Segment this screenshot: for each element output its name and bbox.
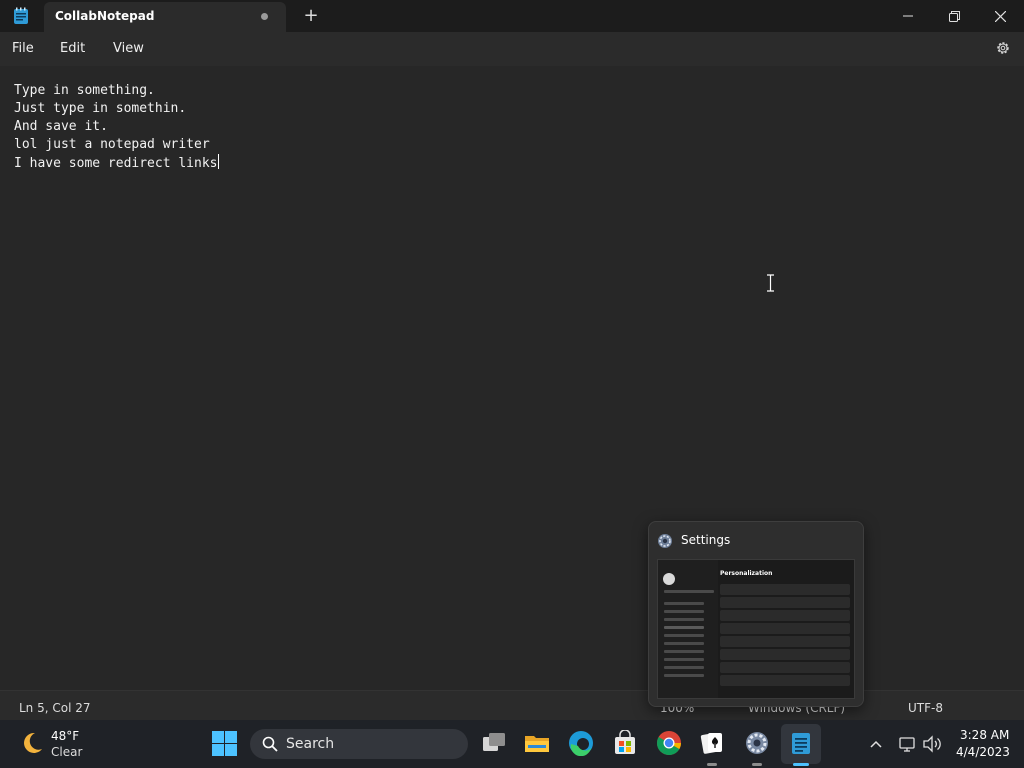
menu-bar: File Edit View	[0, 32, 1024, 66]
status-bar: Ln 5, Col 27 100% Windows (CRLF) UTF-8	[0, 690, 1024, 720]
thumbnail-row	[720, 662, 850, 673]
tab-title: CollabNotepad	[55, 9, 155, 23]
thumbnail-sidebar-line	[664, 642, 704, 645]
settings-thumbnail: Personalization	[657, 559, 855, 699]
editor-line-active: I have some redirect links	[14, 154, 219, 173]
editor-line: Just type in somethin.	[14, 101, 187, 116]
edge-browser-icon[interactable]	[568, 730, 594, 756]
chrome-browser-icon[interactable]	[656, 730, 682, 756]
solitaire-icon[interactable]	[699, 730, 725, 756]
thumbnail-sidebar-line	[664, 658, 704, 661]
settings-gear-icon	[658, 534, 672, 548]
menu-view[interactable]: View	[113, 41, 144, 56]
windows-start-icon[interactable]	[212, 731, 237, 756]
network-icon[interactable]	[898, 734, 918, 754]
chevron-up-icon[interactable]	[866, 734, 886, 754]
thumbnail-row	[720, 610, 850, 621]
restore-icon	[948, 10, 960, 22]
close-button[interactable]	[977, 0, 1023, 32]
notepad-taskbar-icon[interactable]	[788, 730, 814, 756]
thumbnail-sidebar-line	[664, 610, 704, 613]
moon-icon	[24, 732, 42, 753]
taskbar-search[interactable]: Search	[250, 729, 468, 759]
thumbnail-sidebar-line	[664, 650, 704, 653]
settings-app-icon[interactable]	[744, 730, 770, 756]
new-tab-button[interactable]: +	[300, 4, 322, 28]
thumbnail-sidebar	[658, 560, 718, 698]
thumbnail-sidebar-line	[664, 602, 704, 605]
notepad-app-icon	[14, 7, 28, 24]
thumbnail-sidebar-line	[664, 674, 704, 677]
search-label: Search	[286, 736, 335, 752]
minimize-icon	[903, 15, 913, 17]
menu-file[interactable]: File	[12, 41, 34, 56]
running-indicator	[752, 763, 762, 766]
editor-line: Type in something.	[14, 83, 155, 98]
close-icon	[994, 10, 1006, 22]
tab-collabnotepad[interactable]: CollabNotepad	[44, 2, 286, 32]
active-indicator	[793, 763, 809, 766]
editor-content[interactable]: Type in something. Just type in somethin.…	[14, 82, 219, 173]
editor-line: I have some redirect links	[14, 156, 218, 171]
encoding: UTF-8	[908, 701, 943, 715]
thumbnail-search	[664, 590, 714, 593]
restore-button[interactable]	[931, 0, 977, 32]
text-caret	[217, 154, 219, 169]
avatar	[663, 573, 675, 585]
clock-date: 4/4/2023	[956, 745, 1010, 759]
ibeam-cursor-icon	[767, 274, 774, 292]
title-bar: CollabNotepad +	[0, 0, 1024, 32]
weather-temperature: 48°F	[51, 729, 80, 743]
file-explorer-icon[interactable]	[524, 730, 550, 756]
menu-edit[interactable]: Edit	[60, 41, 85, 56]
editor-line: lol just a notepad writer	[14, 137, 210, 152]
cursor-position: Ln 5, Col 27	[19, 701, 91, 715]
thumbnail-sidebar-line	[664, 666, 704, 669]
thumbnail-row	[720, 584, 850, 595]
thumbnail-row	[720, 649, 850, 660]
volume-icon[interactable]	[922, 734, 942, 754]
thumbnail-row	[720, 597, 850, 608]
text-editor[interactable]: Type in something. Just type in somethin.…	[0, 66, 1024, 690]
weather-condition: Clear	[51, 745, 83, 759]
thumbnail-sidebar-line	[664, 626, 704, 629]
preview-title: Settings	[681, 533, 731, 547]
minimize-button[interactable]	[885, 0, 931, 32]
thumbnail-sidebar-line	[664, 618, 704, 621]
settings-window-preview[interactable]: Settings Personalization	[648, 521, 864, 707]
microsoft-store-icon[interactable]	[612, 730, 638, 756]
thumbnail-row	[720, 675, 850, 686]
task-view-icon[interactable]	[481, 730, 507, 756]
running-indicator	[707, 763, 717, 766]
unsaved-indicator-icon[interactable]	[261, 13, 268, 20]
thumbnail-sidebar-line	[664, 634, 704, 637]
thumbnail-row	[720, 623, 850, 634]
thumbnail-row	[720, 636, 850, 647]
clock-time: 3:28 AM	[960, 728, 1010, 742]
thumbnail-heading: Personalization	[720, 570, 773, 577]
taskbar: 48°F Clear Search 3:28 AM 4/4/2023	[0, 720, 1024, 768]
editor-line: And save it.	[14, 119, 108, 134]
search-icon	[262, 736, 278, 752]
settings-gear-icon[interactable]	[995, 40, 1011, 56]
